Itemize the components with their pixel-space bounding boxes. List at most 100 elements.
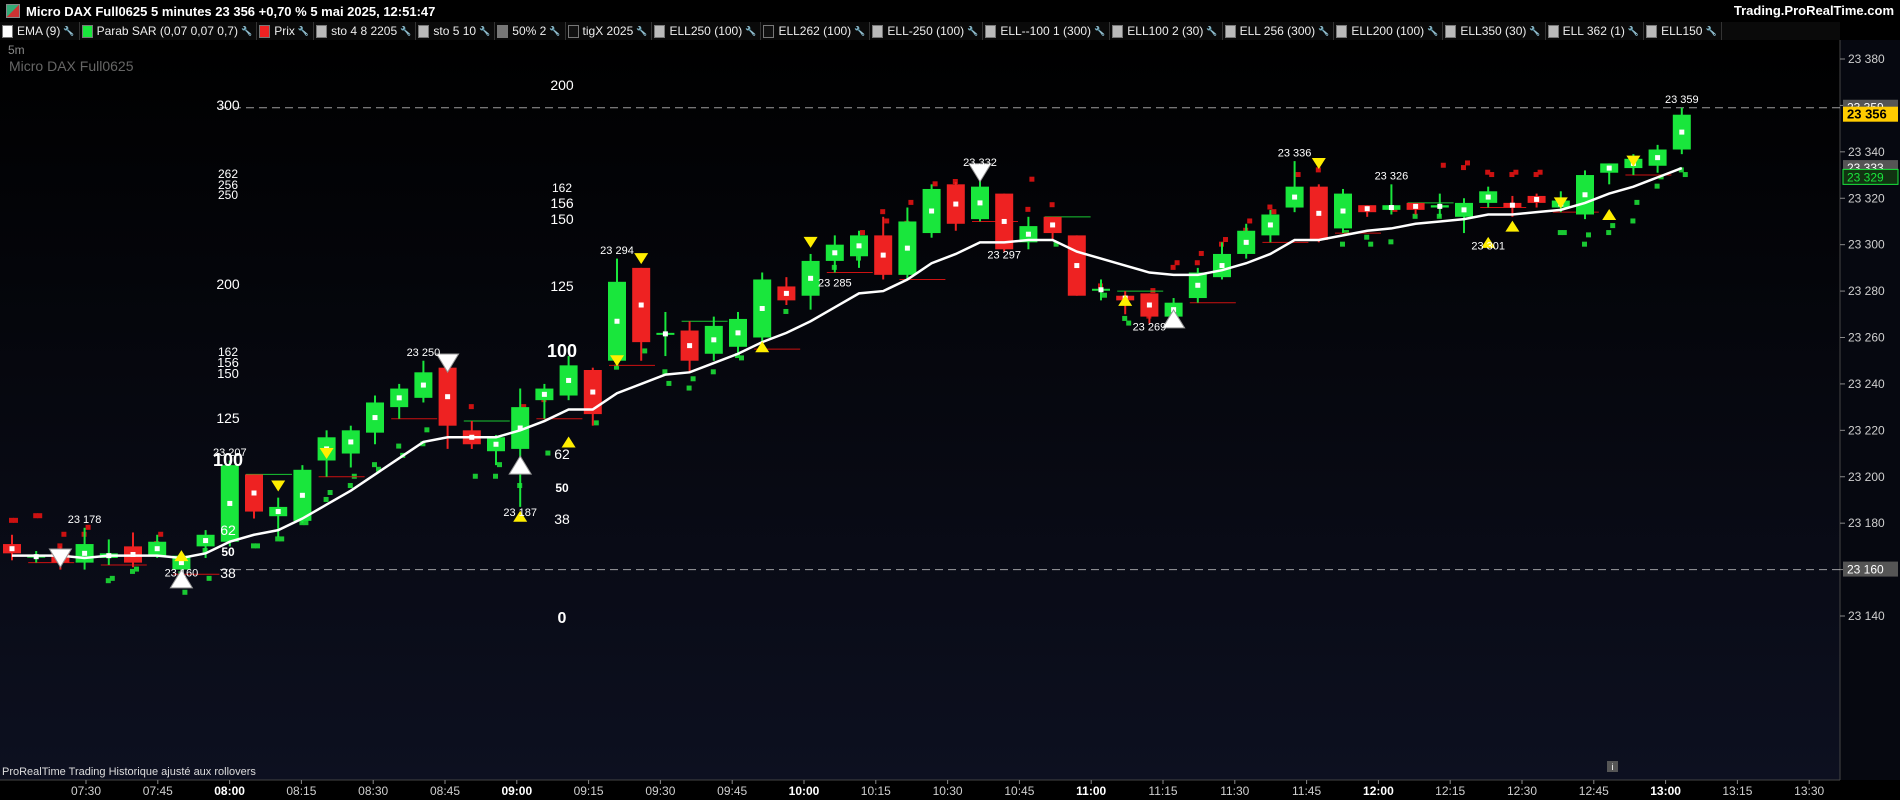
x-tick-label: 12:15 — [1435, 784, 1465, 798]
indicator-swatch[interactable] — [763, 24, 775, 38]
candle-mid-dot — [82, 550, 88, 556]
candle-mid-dot — [1025, 231, 1031, 237]
y-tick-label: 23 180 — [1848, 516, 1885, 530]
indicator-swatch[interactable] — [259, 24, 271, 38]
indicator-10[interactable]: ELL--100 1 (300) 🔧 — [983, 22, 1111, 40]
sar-dot — [1368, 241, 1374, 247]
sar-dot — [1170, 264, 1176, 270]
wrench-icon[interactable]: 🔧 — [479, 26, 490, 37]
y-tick-label: 23 140 — [1848, 609, 1885, 623]
indicator-swatch[interactable] — [81, 24, 93, 38]
level-label: 150 — [217, 366, 239, 381]
sar-dot — [690, 376, 696, 382]
level-label: 0 — [558, 610, 567, 627]
indicator-label: sto 4 8 2205 — [331, 24, 398, 38]
indicator-swatch[interactable] — [316, 24, 328, 38]
indicator-2[interactable]: Prix 🔧 — [257, 22, 315, 40]
sar-dot — [1267, 204, 1273, 210]
wrench-icon[interactable]: 🔧 — [549, 26, 560, 37]
indicator-swatch[interactable] — [1112, 24, 1124, 38]
indicator-12[interactable]: ELL 256 (300) 🔧 — [1223, 22, 1335, 40]
indicator-label: Prix — [274, 24, 295, 38]
wrench-icon[interactable]: 🔧 — [854, 26, 865, 37]
indicator-13[interactable]: ELL200 (100) 🔧 — [1334, 22, 1444, 40]
x-tick-label: 09:00 — [501, 784, 532, 798]
indicator-swatch[interactable] — [418, 24, 430, 38]
wrench-icon[interactable]: 🔧 — [636, 26, 647, 37]
candle-mid-dot — [348, 439, 354, 445]
indicator-8[interactable]: ELL262 (100) 🔧 — [761, 22, 871, 40]
wrench-icon[interactable]: 🔧 — [1628, 26, 1639, 37]
indicator-14[interactable]: ELL350 (30) 🔧 — [1443, 22, 1546, 40]
indicator-swatch[interactable] — [1547, 24, 1559, 38]
candle-mid-dot — [566, 377, 572, 383]
x-tick-label: 12:45 — [1579, 784, 1609, 798]
indicator-swatch[interactable] — [2, 24, 13, 38]
wrench-icon[interactable]: 🔧 — [1206, 26, 1217, 37]
wrench-icon[interactable]: 🔧 — [1529, 26, 1540, 37]
indicator-swatch[interactable] — [1224, 24, 1236, 38]
wrench-icon[interactable]: 🔧 — [745, 26, 756, 37]
indicator-7[interactable]: ELL250 (100) 🔧 — [652, 22, 762, 40]
candle-mid-dot — [590, 389, 596, 395]
candle-mid-dot — [1606, 165, 1612, 171]
wrench-icon[interactable]: 🔧 — [241, 26, 252, 37]
level-label: 50 — [221, 545, 235, 559]
price-chart[interactable]: 23 140 23 160 23 180 23 200 23 220 23 240 23 2… — [0, 40, 1900, 800]
indicator-swatch[interactable] — [1646, 24, 1658, 38]
candle-mid-dot — [1388, 205, 1394, 211]
candle-mid-dot — [662, 331, 668, 337]
candle-mid-dot — [9, 546, 15, 552]
info-icon-glyph: i — [1612, 762, 1614, 772]
sar-dot — [372, 462, 377, 468]
candle-mid-dot — [1485, 194, 1491, 200]
indicator-swatch[interactable] — [985, 24, 997, 38]
indicator-swatch[interactable] — [872, 24, 884, 38]
sar-dot — [1610, 223, 1616, 229]
indicator-9[interactable]: ELL-250 (100) 🔧 — [870, 22, 984, 40]
indicator-swatch[interactable] — [1336, 24, 1348, 38]
sar-dot — [1049, 202, 1055, 208]
indicator-6[interactable]: tigX 2025 🔧 — [566, 22, 653, 40]
candle-mid-dot — [1074, 263, 1080, 269]
indicator-swatch[interactable] — [497, 24, 509, 38]
x-tick-label: 07:30 — [71, 784, 101, 798]
x-tick-label: 10:45 — [1004, 784, 1034, 798]
level-label: 250 — [218, 188, 238, 202]
sar-dot — [1271, 209, 1277, 215]
x-tick-label: 10:30 — [933, 784, 963, 798]
sar-dot — [1126, 320, 1132, 326]
wrench-icon[interactable]: 🔧 — [1094, 26, 1105, 37]
sar-dot — [1102, 292, 1107, 298]
wrench-icon[interactable]: 🔧 — [1318, 26, 1329, 37]
sar-dot — [279, 536, 285, 542]
sar-dot — [666, 380, 672, 386]
sar-dot — [1582, 241, 1587, 247]
wrench-icon[interactable]: 🔧 — [967, 26, 978, 37]
indicator-3[interactable]: sto 4 8 2205 🔧 — [314, 22, 417, 40]
indicator-1[interactable]: Parab SAR (0,07 0,07 0,7) 🔧 — [80, 22, 258, 40]
wrench-icon[interactable]: 🔧 — [400, 26, 411, 37]
wrench-icon[interactable]: 🔧 — [63, 26, 74, 37]
indicator-16[interactable]: ELL150 🔧 — [1644, 22, 1722, 40]
wrench-icon[interactable]: 🔧 — [1427, 26, 1438, 37]
candle-mid-dot — [1050, 222, 1056, 228]
candle-mid-dot — [493, 441, 499, 447]
axis-price-flag-label: 23 160 — [1847, 563, 1884, 577]
indicator-swatch[interactable] — [1445, 24, 1457, 38]
sar-dot — [1388, 239, 1394, 245]
instrument-watermark: Micro DAX Full0625 — [9, 58, 134, 74]
indicator-5[interactable]: 50% 2 🔧 — [495, 22, 566, 40]
sar-dot — [1025, 206, 1031, 212]
indicator-15[interactable]: ELL 362 (1) 🔧 — [1546, 22, 1645, 40]
indicator-swatch[interactable] — [654, 24, 666, 38]
wrench-icon[interactable]: 🔧 — [298, 26, 309, 37]
indicator-swatch[interactable] — [567, 24, 579, 38]
candle-mid-dot — [154, 546, 160, 552]
indicator-11[interactable]: ELL100 2 (30) 🔧 — [1110, 22, 1223, 40]
indicator-0[interactable]: EMA (9) 🔧 — [0, 22, 80, 40]
candle-mid-dot — [808, 275, 814, 281]
indicator-4[interactable]: sto 5 10 🔧 — [416, 22, 496, 40]
wrench-icon[interactable]: 🔧 — [1705, 26, 1716, 37]
level-label: 62 — [220, 522, 236, 538]
